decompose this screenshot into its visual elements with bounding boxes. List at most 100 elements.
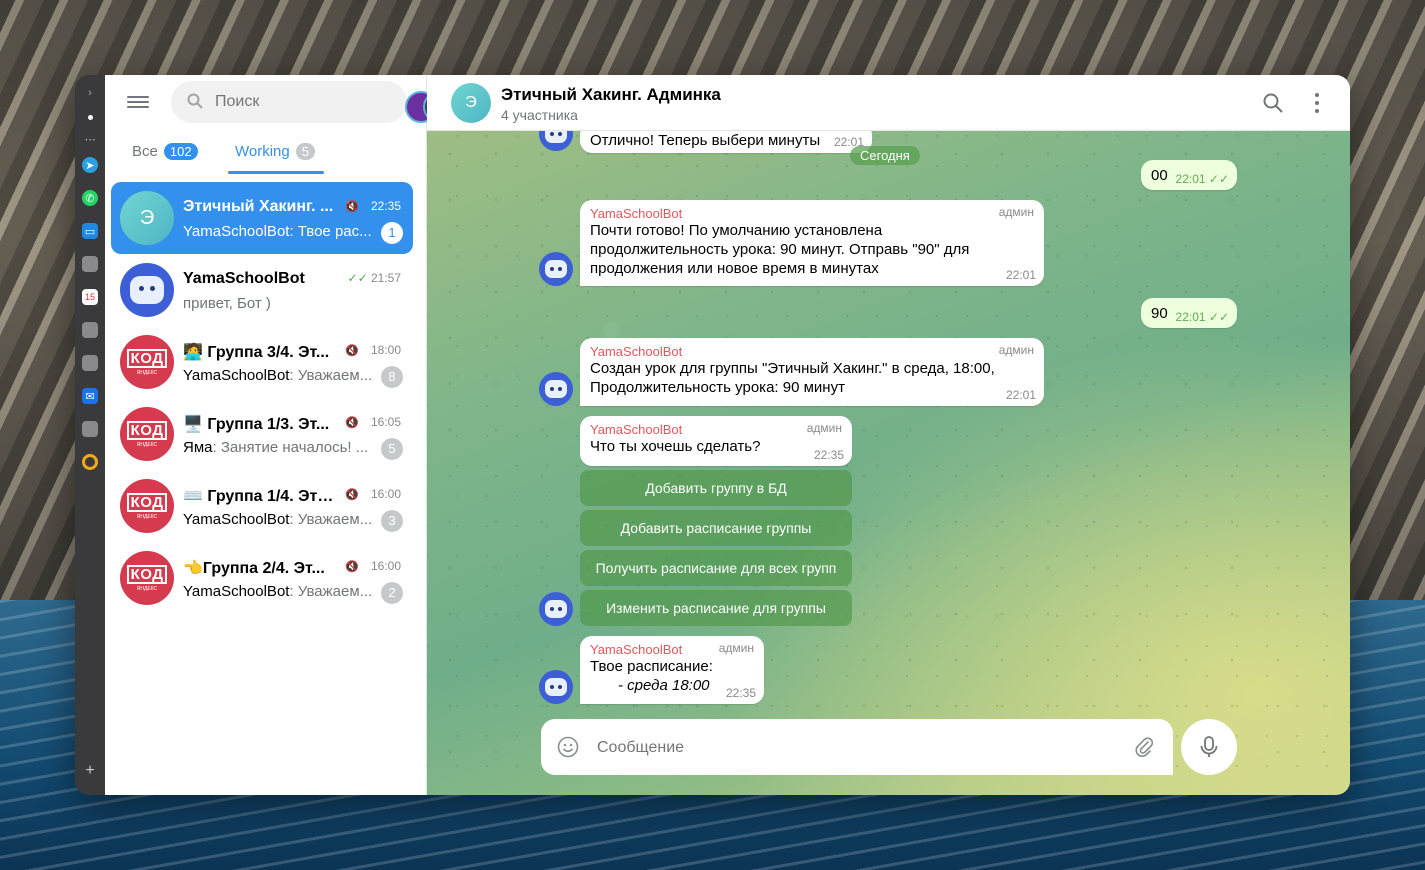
- chat-preview: YamaSchoolBot: Уважаем...: [183, 583, 373, 600]
- inline-button-get-schedules[interactable]: Получить расписание для всех групп: [580, 550, 852, 586]
- message-author[interactable]: YamaSchoolBot: [590, 206, 1034, 221]
- telegram-window: › ⋯ ➤ ✆ ▭ 15 ✉ + Все 102: [75, 75, 1350, 795]
- chat-preview: Яма: Занятие началось! ...: [183, 439, 369, 456]
- emoji-icon[interactable]: [557, 736, 579, 758]
- muted-icon: 🔇: [345, 561, 359, 573]
- bot-avatar[interactable]: [539, 670, 573, 704]
- chat-name: ⌨️ Группа 1/4. Этич...: [183, 488, 343, 505]
- chat-list-sidebar: Все 102 Working 5 Э Этичный Хакинг. ... …: [105, 75, 473, 795]
- hamburger-menu-icon[interactable]: [127, 93, 149, 111]
- status-dot: [88, 115, 93, 120]
- avatar: КОД ЯНДЕКС: [120, 407, 174, 461]
- chevron-right-icon[interactable]: ›: [82, 85, 98, 101]
- chat-header[interactable]: Э Этичный Хакинг. Админка 4 участника: [427, 75, 1350, 131]
- admin-label: админ: [806, 421, 842, 435]
- chat-item[interactable]: YamaSchoolBot ✓✓ 21:57 привет, Бот ): [111, 254, 413, 326]
- chat-name: 🧑‍💻 Группа 3/4. Эт...: [183, 344, 330, 361]
- microphone-button[interactable]: [1181, 719, 1237, 775]
- avatar: КОД ЯНДЕКС: [120, 479, 174, 533]
- chat-title[interactable]: Этичный Хакинг. Админка: [501, 85, 721, 105]
- chat-preview: YamaSchoolBot: Твое рас...: [183, 223, 372, 240]
- message-author[interactable]: YamaSchoolBot: [590, 344, 1034, 359]
- tab-count-badge: 5: [295, 143, 315, 160]
- bot-avatar[interactable]: [539, 592, 573, 626]
- app-icon[interactable]: [82, 421, 98, 437]
- chat-item[interactable]: КОД ЯНДЕКС 🧑‍💻 Группа 3/4. Эт... 🔇 18:00 …: [111, 326, 413, 398]
- chat-time: 16:00: [370, 487, 401, 501]
- muted-icon: 🔇: [345, 417, 359, 429]
- chat-time: 16:00: [370, 559, 401, 573]
- bot-avatar[interactable]: [539, 252, 573, 286]
- app-icon[interactable]: [82, 322, 98, 338]
- avatar: КОД ЯНДЕКС: [120, 335, 174, 389]
- unread-badge: 2: [381, 582, 403, 604]
- message-input[interactable]: [597, 737, 1017, 759]
- inline-button-add-schedule[interactable]: Добавить расписание группы: [580, 510, 852, 546]
- inline-button-add-group[interactable]: Добавить группу в БД: [580, 470, 852, 506]
- message-bubble[interactable]: YamaSchoolBot админ Твое расписание: - с…: [580, 636, 764, 704]
- message-time: 22:01 ✓✓: [1175, 172, 1229, 186]
- message-text: Твое расписание:: [590, 658, 713, 675]
- message-text: Что ты хочешь сделать?: [590, 438, 761, 455]
- chat-time: ✓✓ 21:57: [347, 271, 401, 285]
- inline-button-edit-schedule[interactable]: Изменить расписание для группы: [580, 590, 852, 626]
- more-options-icon[interactable]: [1310, 91, 1324, 115]
- messages-icon[interactable]: ▭: [82, 223, 98, 239]
- message-author[interactable]: YamaSchoolBot: [590, 422, 842, 437]
- tab-all[interactable]: Все 102: [132, 143, 198, 160]
- active-tab-indicator: [228, 171, 324, 174]
- message-composer[interactable]: [541, 719, 1173, 775]
- calendar-icon[interactable]: 15: [82, 289, 98, 305]
- chat-name: 🖥️ Группа 1/3. Эт...: [183, 416, 330, 433]
- message-time: 22:35: [725, 686, 756, 700]
- chat-avatar[interactable]: Э: [451, 83, 491, 123]
- chat-item[interactable]: КОД ЯНДЕКС ⌨️ Группа 1/4. Этич... 🔇 16:00…: [111, 470, 413, 542]
- admin-label: админ: [998, 343, 1034, 357]
- paperclip-icon[interactable]: [1133, 736, 1155, 758]
- message-bubble[interactable]: YamaSchoolBot админ Что ты хочешь сделат…: [580, 416, 852, 466]
- chat-item[interactable]: Э Этичный Хакинг. ... 🔇 22:35 YamaSchool…: [111, 182, 413, 254]
- search-input[interactable]: [215, 91, 325, 113]
- message-bubble[interactable]: YamaSchoolBot админ Создан урок для груп…: [580, 338, 1044, 406]
- microphone-icon: [1200, 736, 1218, 757]
- message-time: 22:01: [1005, 268, 1036, 282]
- yandex-icon[interactable]: [82, 454, 98, 470]
- outgoing-message[interactable]: 00 22:01 ✓✓: [1141, 160, 1237, 190]
- avatar: [120, 263, 174, 317]
- add-icon[interactable]: +: [82, 762, 98, 779]
- chat-name: 👈Группа 2/4. Эт...: [183, 560, 325, 577]
- telegram-icon[interactable]: ➤: [82, 157, 98, 173]
- unread-badge: 5: [381, 438, 403, 460]
- mail-icon[interactable]: ✉: [82, 388, 98, 404]
- message-bubble[interactable]: Отлично! Теперь выбери минуты 22:01: [580, 131, 872, 153]
- tab-label: Working: [235, 143, 290, 160]
- whatsapp-icon[interactable]: ✆: [82, 190, 98, 206]
- tab-label: Все: [132, 143, 158, 160]
- message-time: 22:01 ✓✓: [1175, 310, 1229, 324]
- message-time: 22:01: [1005, 388, 1036, 402]
- chat-preview: YamaSchoolBot: Уважаем...: [183, 511, 373, 528]
- tab-working[interactable]: Working 5: [235, 143, 315, 160]
- chat-item[interactable]: КОД ЯНДЕКС 🖥️ Группа 1/3. Эт... 🔇 16:05 Я…: [111, 398, 413, 470]
- message-bubble[interactable]: YamaSchoolBot админ Почти готово! По умо…: [580, 200, 1044, 286]
- chat-item[interactable]: КОД ЯНДЕКС 👈Группа 2/4. Эт... 🔇 16:00 Yam…: [111, 542, 413, 614]
- message-area[interactable]: Отлично! Теперь выбери минуты 22:01 Сего…: [427, 131, 1350, 795]
- app-rail: › ⋯ ➤ ✆ ▭ 15 ✉ +: [75, 75, 105, 795]
- message-text: Создан урок для группы "Этичный Хакинг."…: [590, 360, 995, 396]
- muted-icon: 🔇: [345, 201, 359, 213]
- search-icon[interactable]: [1262, 92, 1284, 114]
- bot-avatar[interactable]: [539, 372, 573, 406]
- double-check-icon: ✓✓: [1208, 172, 1229, 186]
- admin-label: админ: [718, 641, 754, 655]
- search-bar[interactable]: [171, 81, 473, 123]
- app-icon[interactable]: [82, 355, 98, 371]
- folder-tabs: Все 102 Working 5: [105, 133, 427, 175]
- admin-label: админ: [998, 205, 1034, 219]
- message-time: 22:35: [813, 448, 844, 462]
- avatar: Э: [120, 191, 174, 245]
- more-dots-icon[interactable]: ⋯: [82, 131, 98, 147]
- chat-time: 16:05: [370, 415, 401, 429]
- outgoing-message[interactable]: 90 22:01 ✓✓: [1141, 298, 1237, 328]
- tab-count-badge: 102: [163, 143, 198, 160]
- app-icon[interactable]: [82, 256, 98, 272]
